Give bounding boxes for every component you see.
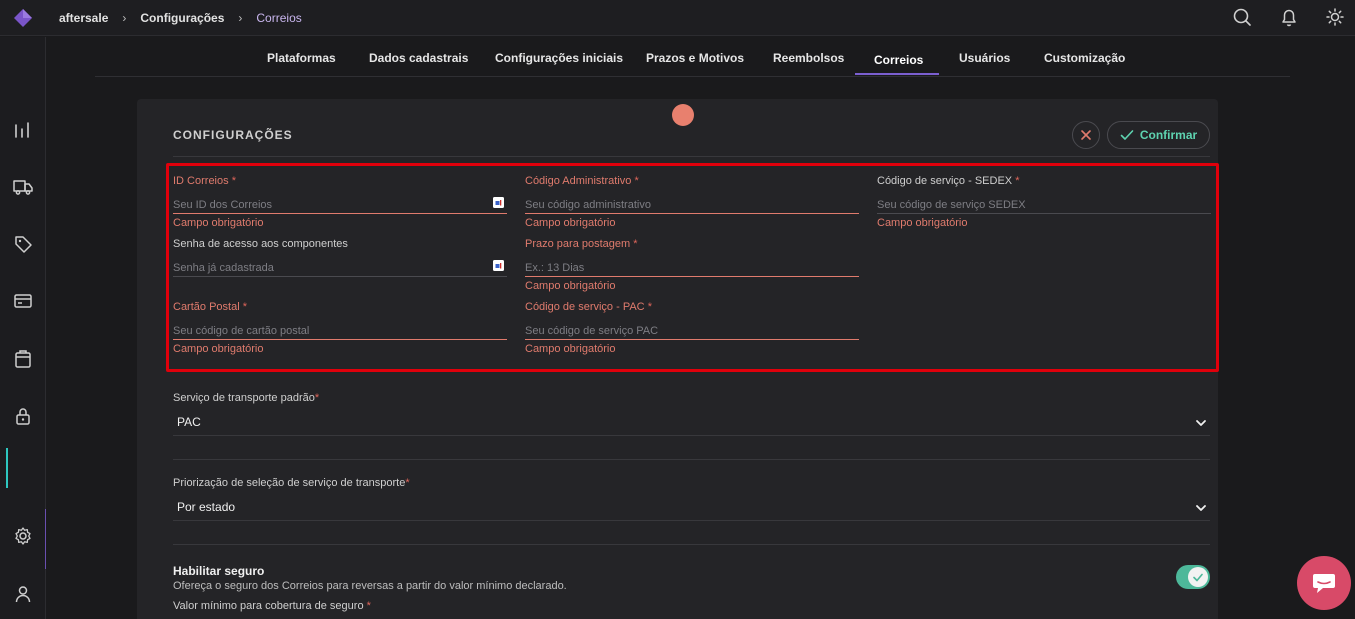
tab-customizacao[interactable]: Customização bbox=[1044, 51, 1125, 65]
insurance-toggle[interactable] bbox=[1176, 565, 1210, 589]
id-correios-input[interactable] bbox=[173, 196, 507, 214]
insurance-description: Ofereça o seguro dos Correios para rever… bbox=[173, 580, 567, 592]
divider bbox=[173, 156, 1210, 157]
tab-correios[interactable]: Correios bbox=[874, 53, 923, 67]
priority-select[interactable] bbox=[173, 495, 1210, 519]
select-underline bbox=[173, 435, 1210, 436]
settings-icon[interactable] bbox=[12, 525, 34, 547]
breadcrumb-configuracoes[interactable]: Configurações bbox=[140, 11, 224, 25]
required-mark: * bbox=[366, 600, 371, 612]
transport-service-value: PAC bbox=[177, 415, 201, 429]
select-underline bbox=[173, 520, 1210, 521]
error-message: Campo obrigatório bbox=[173, 217, 264, 229]
breadcrumb-aftersale[interactable]: aftersale bbox=[59, 11, 108, 25]
field-codigo-administrativo: Código Administrativo * Campo obrigatóri… bbox=[525, 175, 859, 229]
transport-service-label: Serviço de transporte padrão* bbox=[173, 392, 320, 404]
chevron-right-icon: › bbox=[238, 11, 243, 25]
active-indicator bbox=[6, 448, 8, 488]
field-label: Código de serviço - PAC bbox=[525, 301, 645, 313]
error-message: Campo obrigatório bbox=[173, 343, 264, 355]
bell-icon[interactable] bbox=[1278, 6, 1300, 28]
check-icon bbox=[1193, 573, 1203, 581]
tab-prazos-motivos[interactable]: Prazos e Motivos bbox=[646, 51, 744, 65]
logo-icon[interactable] bbox=[12, 7, 34, 29]
sidebar bbox=[0, 37, 46, 619]
top-bar: aftersale › Configurações › Correios bbox=[0, 0, 1355, 36]
active-indicator-right bbox=[45, 509, 46, 569]
cursor-indicator bbox=[672, 104, 694, 126]
tab-dados-cadastrais[interactable]: Dados cadastrais bbox=[369, 51, 468, 65]
sun-icon[interactable] bbox=[1324, 6, 1346, 28]
senha-input[interactable] bbox=[173, 259, 507, 277]
breadcrumb: aftersale › Configurações › Correios bbox=[59, 11, 302, 25]
tag-icon[interactable] bbox=[12, 233, 34, 255]
chart-icon[interactable] bbox=[12, 119, 34, 141]
required-mark: * bbox=[242, 301, 247, 313]
priority-label: Priorização de seleção de serviço de tra… bbox=[173, 477, 410, 489]
insurance-min-label: Valor mínimo para cobertura de seguro * bbox=[173, 600, 371, 612]
chevron-down-icon[interactable] bbox=[1195, 502, 1207, 514]
tab-usuarios[interactable]: Usuários bbox=[959, 51, 1010, 65]
field-codigo-pac: Código de serviço - PAC * Campo obrigató… bbox=[525, 301, 859, 355]
check-icon bbox=[1120, 130, 1134, 140]
field-label: Senha de acesso aos componentes bbox=[173, 238, 348, 250]
field-label: Prazo para postagem bbox=[525, 238, 631, 250]
required-mark: * bbox=[405, 477, 410, 489]
required-mark: * bbox=[647, 301, 652, 313]
tab-bar: Plataformas Dados cadastrais Configuraçõ… bbox=[95, 40, 1290, 77]
codigo-administrativo-input[interactable] bbox=[525, 196, 859, 214]
required-mark: * bbox=[314, 392, 320, 404]
cancel-button[interactable] bbox=[1072, 121, 1100, 149]
breadcrumb-correios: Correios bbox=[256, 11, 302, 25]
field-label: ID Correios bbox=[173, 175, 229, 187]
priority-value: Por estado bbox=[177, 500, 236, 514]
required-mark: * bbox=[634, 175, 639, 187]
truck-icon[interactable] bbox=[12, 176, 34, 198]
error-message: Campo obrigatório bbox=[877, 217, 968, 229]
tab-plataformas[interactable]: Plataformas bbox=[267, 51, 336, 65]
insurance-title: Habilitar seguro bbox=[173, 564, 265, 578]
confirm-button[interactable]: Confirmar bbox=[1107, 121, 1210, 149]
confirm-label: Confirmar bbox=[1139, 128, 1198, 142]
error-message: Campo obrigatório bbox=[525, 217, 616, 229]
panel-title: CONFIGURAÇÕES bbox=[173, 128, 293, 142]
active-tab-underline bbox=[855, 73, 939, 75]
field-id-correios: ID Correios * Campo obrigatório bbox=[173, 175, 507, 229]
chat-button[interactable] bbox=[1297, 556, 1351, 610]
cartao-postal-input[interactable] bbox=[173, 322, 507, 340]
field-cartao-postal: Cartão Postal * Campo obrigatório bbox=[173, 301, 507, 355]
tab-reembolsos[interactable]: Reembolsos bbox=[773, 51, 844, 65]
codigo-sedex-input[interactable] bbox=[877, 196, 1211, 214]
field-prazo-postagem: Prazo para postagem * Campo obrigatório bbox=[525, 238, 859, 292]
field-label: Código de serviço - SEDEX bbox=[877, 175, 1013, 187]
transport-service-select[interactable] bbox=[173, 410, 1210, 434]
field-senha: Senha de acesso aos componentes bbox=[173, 238, 507, 277]
chevron-down-icon[interactable] bbox=[1195, 417, 1207, 429]
lock-icon[interactable] bbox=[12, 405, 34, 427]
required-mark: * bbox=[1015, 175, 1020, 187]
divider bbox=[173, 544, 1210, 545]
error-message: Campo obrigatório bbox=[525, 343, 616, 355]
box-icon[interactable] bbox=[12, 348, 34, 370]
search-icon[interactable] bbox=[1231, 6, 1253, 28]
field-label: Código Administrativo bbox=[525, 175, 632, 187]
user-icon[interactable] bbox=[12, 583, 34, 605]
close-icon bbox=[1081, 130, 1091, 140]
required-mark: * bbox=[633, 238, 638, 250]
error-message: Campo obrigatório bbox=[525, 280, 616, 292]
chevron-right-icon: › bbox=[122, 11, 127, 25]
password-manager-icon[interactable] bbox=[493, 197, 504, 208]
chat-icon bbox=[1313, 574, 1335, 593]
codigo-pac-input[interactable] bbox=[525, 322, 859, 340]
divider bbox=[173, 459, 1210, 460]
password-manager-icon[interactable] bbox=[493, 260, 504, 271]
field-label: Cartão Postal bbox=[173, 301, 240, 313]
required-mark: * bbox=[231, 175, 236, 187]
tab-configuracoes-iniciais[interactable]: Configurações iniciais bbox=[495, 51, 623, 65]
prazo-postagem-input[interactable] bbox=[525, 259, 859, 277]
field-codigo-sedex: Código de serviço - SEDEX * Campo obriga… bbox=[877, 175, 1211, 229]
card-icon[interactable] bbox=[12, 290, 34, 312]
